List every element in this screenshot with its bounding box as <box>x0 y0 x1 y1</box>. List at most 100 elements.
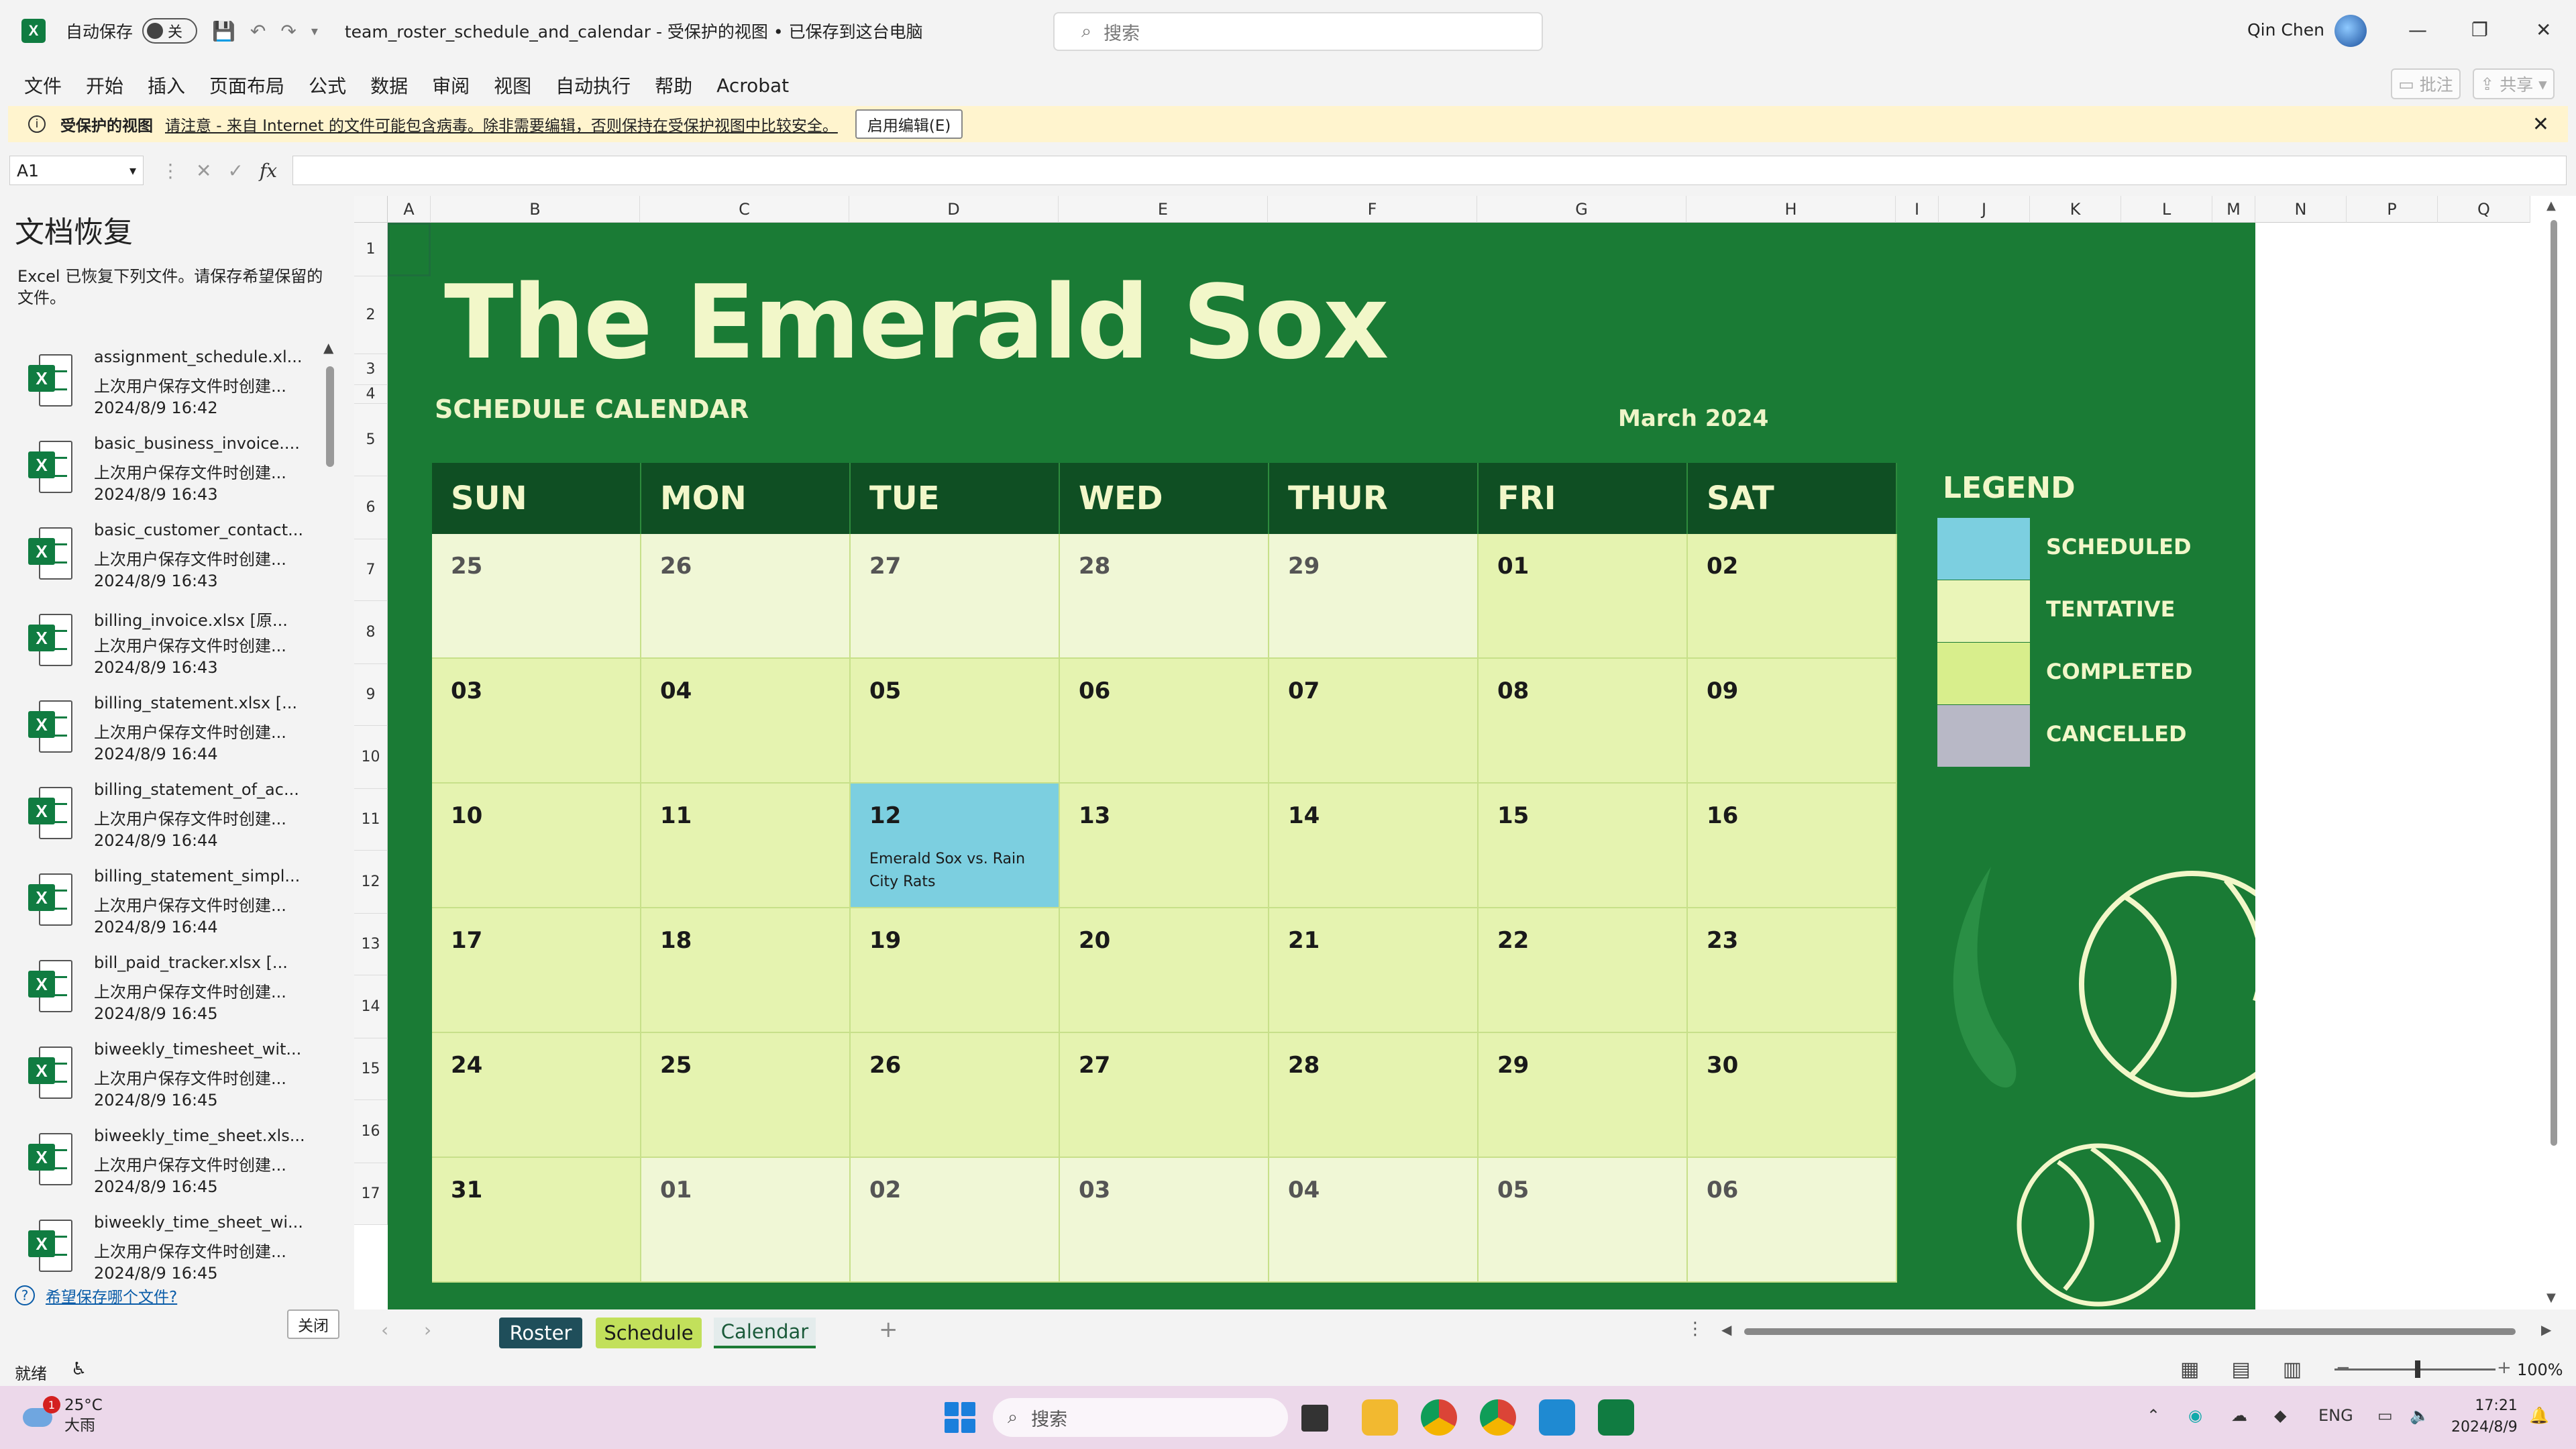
calendar-day-cell[interactable]: 10 <box>432 784 641 908</box>
calendar-day-cell[interactable]: 27 <box>1060 1033 1269 1158</box>
zoom-slider[interactable] <box>2334 1360 2496 1378</box>
windows-start-icon[interactable] <box>945 1402 975 1433</box>
calendar-day-cell[interactable]: 30 <box>1688 1033 1897 1158</box>
avatar[interactable] <box>2334 15 2367 47</box>
tab-automate[interactable]: 自动执行 <box>555 72 631 99</box>
row-header[interactable]: 6 <box>354 476 388 539</box>
row-header[interactable]: 11 <box>354 789 388 851</box>
user-name[interactable]: Qin Chen <box>2247 20 2324 40</box>
save-icon[interactable]: 💾 <box>212 20 235 42</box>
chrome-profile-icon[interactable] <box>1480 1399 1516 1436</box>
column-header[interactable]: M <box>2212 196 2255 223</box>
row-header[interactable]: 15 <box>354 1038 388 1100</box>
scroll-left-icon[interactable]: ◀ <box>1721 1322 1731 1338</box>
calendar-day-cell[interactable]: 05 <box>851 659 1060 784</box>
column-header[interactable]: D <box>849 196 1059 223</box>
formula-input[interactable] <box>292 156 2567 185</box>
column-header[interactable]: I <box>1896 196 1939 223</box>
protected-view-message[interactable]: 请注意 - 来自 Internet 的文件可能包含病毒。除非需要编辑，否则保持在… <box>165 113 838 136</box>
column-header[interactable]: N <box>2255 196 2347 223</box>
row-header[interactable]: 14 <box>354 975 388 1038</box>
tab-insert[interactable]: 插入 <box>148 72 185 99</box>
more-icon[interactable]: ⋮ <box>161 160 180 182</box>
calendar-day-cell[interactable]: 17 <box>432 908 641 1033</box>
row-header[interactable]: 2 <box>354 276 388 354</box>
row-header[interactable]: 5 <box>354 404 388 476</box>
calendar-day-cell[interactable]: 16 <box>1688 784 1897 908</box>
calendar-day-cell[interactable]: 13 <box>1060 784 1269 908</box>
edge-tray-icon[interactable]: ◉ <box>2188 1406 2202 1425</box>
network-icon[interactable]: ▭ <box>2377 1406 2393 1425</box>
calendar-day-cell[interactable]: 04 <box>641 659 851 784</box>
scroll-down-icon[interactable]: ▼ <box>2546 1291 2556 1305</box>
more-icon[interactable]: ⋮ <box>1686 1319 1704 1339</box>
calendar-day-cell[interactable]: 15 <box>1479 784 1688 908</box>
calendar-day-cell[interactable]: 22 <box>1479 908 1688 1033</box>
customize-qat-icon[interactable]: ▾ <box>311 23 318 39</box>
redo-icon[interactable]: ↷ <box>280 20 296 42</box>
cancel-icon[interactable]: ✕ <box>196 160 211 182</box>
page-layout-view-icon[interactable]: ▤ <box>2231 1358 2250 1381</box>
recovery-item[interactable]: X billing_statement.xlsx [... 上次用户保存文件时创… <box>0 686 322 772</box>
calendar-day-cell[interactable]: 28 <box>1060 534 1269 659</box>
zoom-out-icon[interactable]: − <box>2336 1358 2351 1378</box>
calendar-day-cell[interactable]: 14 <box>1269 784 1479 908</box>
notification-bell-icon[interactable]: 🔔 <box>2529 1406 2549 1425</box>
calendar-day-cell[interactable]: 25 <box>432 534 641 659</box>
calendar-day-cell[interactable]: 03 <box>432 659 641 784</box>
calendar-day-cell[interactable]: 28 <box>1269 1033 1479 1158</box>
calendar-day-cell[interactable]: 11 <box>641 784 851 908</box>
autosave-toggle[interactable]: 关 <box>142 18 198 44</box>
column-header[interactable]: P <box>2347 196 2438 223</box>
column-header[interactable]: E <box>1059 196 1268 223</box>
tab-formulas[interactable]: 公式 <box>309 72 346 99</box>
zoom-in-icon[interactable]: + <box>2497 1358 2512 1378</box>
calendar-day-cell[interactable]: 01 <box>1479 534 1688 659</box>
search-box[interactable]: ⌕ 搜索 <box>1053 12 1543 51</box>
tab-file[interactable]: 文件 <box>24 72 62 99</box>
document-title[interactable]: team_roster_schedule_and_calendar - 受保护的… <box>345 19 923 43</box>
horizontal-scrollbar[interactable]: ◀ ▶ <box>1717 1322 2563 1342</box>
row-header[interactable]: 3 <box>354 354 388 385</box>
insert-function-icon[interactable]: fx <box>260 160 277 182</box>
calendar-day-cell[interactable]: 09 <box>1688 659 1897 784</box>
sheet-tab-schedule[interactable]: Schedule <box>596 1318 702 1348</box>
calendar-day-cell[interactable]: 27 <box>851 534 1060 659</box>
row-header[interactable]: 12 <box>354 851 388 914</box>
calendar-day-cell[interactable]: 25 <box>641 1033 851 1158</box>
scroll-thumb[interactable] <box>326 366 334 467</box>
recovery-close-button[interactable]: 关闭 <box>287 1309 339 1339</box>
calendar-day-cell[interactable]: 05 <box>1479 1158 1688 1283</box>
vscode-icon[interactable] <box>1539 1399 1575 1436</box>
weather-widget[interactable]: 1 25°C 大雨 <box>20 1395 103 1436</box>
recovery-item[interactable]: X billing_invoice.xlsx [原... 上次用户保存文件时创建… <box>0 599 322 686</box>
enter-icon[interactable]: ✓ <box>227 160 243 182</box>
onedrive-icon[interactable]: ☁ <box>2231 1406 2247 1425</box>
row-header[interactable]: 9 <box>354 664 388 726</box>
column-header[interactable]: Q <box>2438 196 2530 223</box>
calendar-day-cell[interactable]: 19 <box>851 908 1060 1033</box>
tab-page-layout[interactable]: 页面布局 <box>209 72 284 99</box>
clock[interactable]: 17:21 2024/8/9 <box>2451 1395 2518 1438</box>
recovery-help-link[interactable]: ? 希望保存哪个文件? <box>15 1284 177 1307</box>
scroll-up-icon[interactable]: ▲ <box>323 339 333 356</box>
selected-cell-a1[interactable] <box>388 223 431 276</box>
enable-editing-button[interactable]: 启用编辑(E) <box>855 109 963 139</box>
calendar-day-cell[interactable]: 01 <box>641 1158 851 1283</box>
calendar-day-cell[interactable]: 07 <box>1269 659 1479 784</box>
select-all-corner[interactable] <box>354 196 388 223</box>
next-sheet-icon[interactable]: › <box>424 1319 431 1341</box>
tab-data[interactable]: 数据 <box>370 72 408 99</box>
sheet-tab-calendar[interactable]: Calendar <box>714 1318 816 1348</box>
tab-home[interactable]: 开始 <box>86 72 123 99</box>
column-header[interactable]: L <box>2121 196 2212 223</box>
scroll-thumb[interactable] <box>2551 220 2557 1146</box>
calendar-day-cell[interactable]: 04 <box>1269 1158 1479 1283</box>
column-header[interactable]: G <box>1477 196 1686 223</box>
chrome-icon[interactable] <box>1421 1399 1457 1436</box>
recovery-item[interactable]: X bill_paid_tracker.xlsx [... 上次用户保存文件时创… <box>0 945 322 1032</box>
taskbar-search[interactable]: ⌕ 搜索 <box>993 1398 1288 1437</box>
calendar-day-cell[interactable]: 12 Emerald Sox vs. Rain City Rats <box>851 784 1060 908</box>
calendar-day-cell[interactable]: 08 <box>1479 659 1688 784</box>
column-header[interactable]: H <box>1686 196 1896 223</box>
